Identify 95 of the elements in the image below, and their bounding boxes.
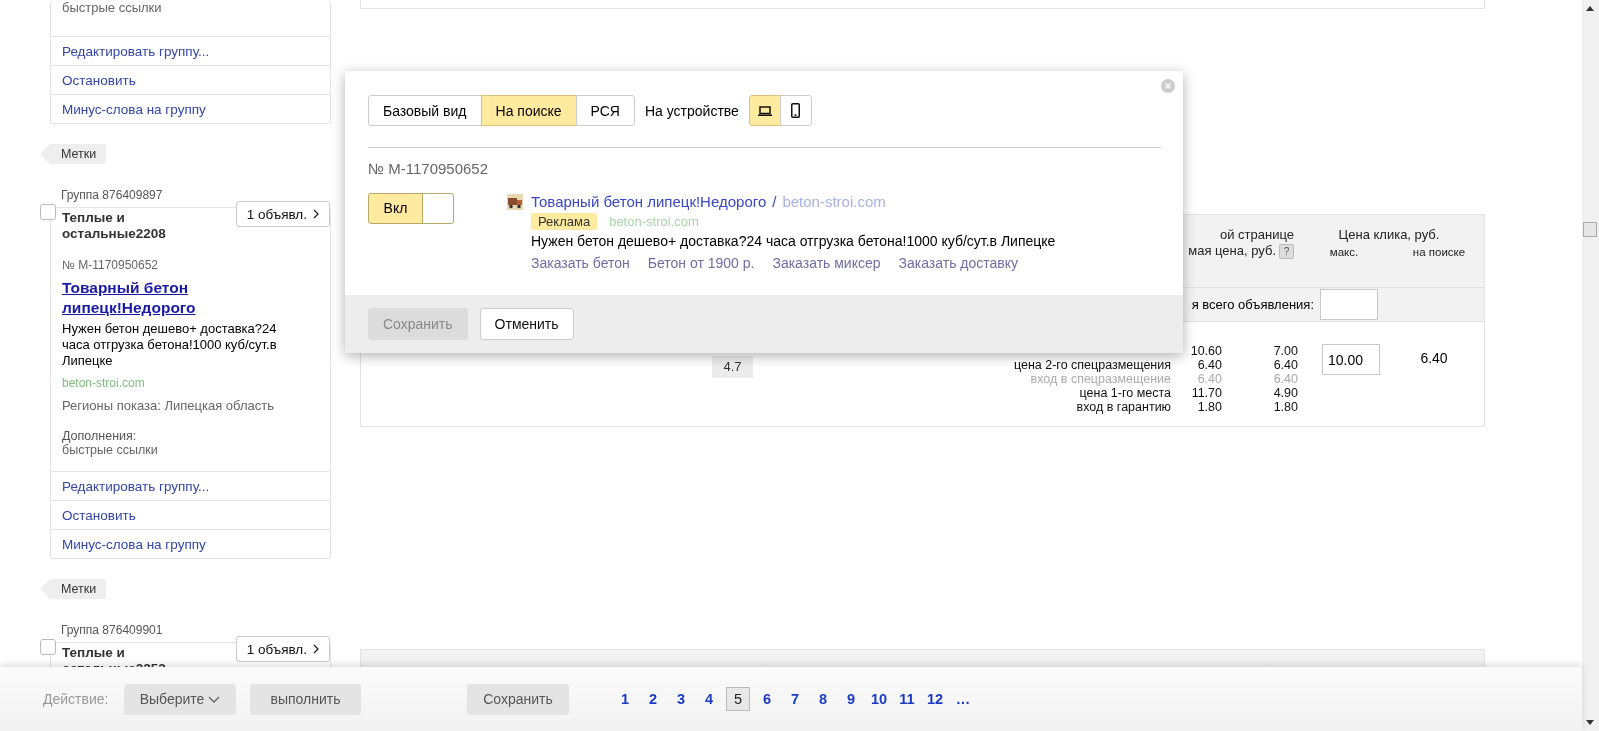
ads-count-button[interactable]: 1 объявл.	[235, 636, 330, 662]
bid-value: 6.40	[1196, 358, 1222, 372]
close-icon[interactable]	[1161, 79, 1175, 93]
laptop-icon	[757, 105, 772, 116]
bid-value: 11.70	[1190, 386, 1222, 400]
on-off-toggle[interactable]: Вкл	[368, 193, 454, 224]
scrollbar[interactable]	[1582, 0, 1599, 731]
ad-text: Нужен бетон дешево+ доставка?24 часа отгрузка бетона!1000 куб/сут.в Липецке	[531, 233, 1056, 249]
page-link[interactable]: 10	[868, 691, 890, 707]
page-link[interactable]: 8	[812, 691, 834, 707]
truck-icon	[507, 193, 523, 210]
ad-title-link[interactable]: Товарный бетон липецк!Недорого	[51, 278, 222, 318]
scrollbar-thumb[interactable]	[1583, 222, 1597, 237]
group-action-link[interactable]: Редактировать группу...	[62, 478, 210, 494]
column-header: Цена клика, руб.	[1337, 227, 1441, 242]
bid-value: 10.60	[1189, 344, 1222, 358]
action-dropdown[interactable]: Выберите	[124, 683, 236, 715]
device-label: На устройстве	[644, 102, 739, 119]
bid-value: 1.80	[1272, 400, 1298, 414]
laptop-button[interactable]	[748, 95, 781, 126]
column-subheader: на поиске	[1411, 246, 1467, 258]
page-link[interactable]: 2	[642, 691, 664, 707]
chevron-right-icon	[313, 209, 319, 219]
phone-button[interactable]	[779, 95, 812, 126]
bid-label: вход в спецразмещение	[1030, 372, 1171, 386]
ad-url: beton-stroi.com	[61, 376, 146, 390]
group-action-link[interactable]: Остановить	[62, 507, 136, 523]
search-price: 6.40	[1420, 350, 1448, 366]
chevron-right-icon	[313, 644, 319, 654]
column-header: ой странице	[1219, 227, 1294, 243]
execute-button[interactable]: выполнить	[250, 683, 361, 715]
view-tab[interactable]: РСЯ	[575, 95, 635, 126]
sitelink[interactable]: Заказать миксер	[772, 255, 881, 271]
view-tab[interactable]: На поиске	[480, 95, 577, 126]
bid-value: 4.90	[1272, 386, 1298, 400]
page-link[interactable]: 6	[756, 691, 778, 707]
sitelink[interactable]: Заказать бетон	[531, 255, 630, 271]
bid-value: 1.80	[1196, 400, 1222, 414]
quality-score: 4.7	[712, 356, 753, 378]
scroll-up-icon[interactable]	[1586, 6, 1594, 11]
tag-label[interactable]: Метки	[40, 144, 107, 164]
group-action-link[interactable]: Остановить	[62, 72, 136, 88]
save-button[interactable]: Сохранить	[467, 683, 569, 715]
page-link[interactable]: 7	[784, 691, 806, 707]
chevron-down-icon	[208, 695, 221, 703]
action-label: Действие:	[43, 691, 110, 707]
group-number: Группа 876409901	[61, 623, 164, 637]
ad-url: beton-stroi.com	[609, 214, 699, 229]
ad-text: Нужен бетон дешево+ доставка?24 часа отгрузка бетона!1000 куб/сут.в Липецке	[61, 320, 278, 369]
ad-title-link[interactable]: Товарный бетон липецк!Недорого	[531, 193, 767, 210]
ad-number: № M-1170950652	[61, 258, 160, 272]
bid-value: 6.40	[1272, 372, 1298, 386]
ad-number: № M-1170950652	[368, 160, 490, 177]
view-tab[interactable]: Базовый вид	[368, 95, 482, 126]
bid-label: цена 2-го спецразмещения	[1013, 358, 1171, 372]
tag-label[interactable]: Метки	[40, 579, 107, 599]
regions-text: Регионы показа: Липецкая область	[61, 398, 275, 413]
page-link[interactable]: 5	[726, 687, 750, 711]
phone-icon	[791, 103, 801, 118]
group-number: Группа 876409897	[61, 188, 164, 202]
bid-value: 6.40	[1196, 372, 1222, 386]
column-subheader: макс.	[1328, 246, 1360, 258]
bid-label: цена 1-го места	[1079, 386, 1171, 400]
page-link[interactable]: 12	[924, 691, 946, 707]
sitelink[interactable]: Заказать доставку	[898, 255, 1019, 271]
page-link[interactable]: 4	[698, 691, 720, 707]
ad-badge: Реклама	[531, 213, 598, 230]
page-link[interactable]: 11	[896, 691, 918, 707]
scroll-down-icon[interactable]	[1586, 720, 1594, 725]
group-action-link[interactable]: Минус-слова на группу	[62, 101, 206, 117]
group-action-link[interactable]: Минус-слова на группу	[62, 536, 206, 552]
page-link[interactable]: 3	[670, 691, 692, 707]
checkbox[interactable]	[40, 204, 56, 220]
column-header: мая цена, руб.	[1188, 243, 1276, 258]
more-pages-link[interactable]: …	[952, 691, 974, 707]
ads-count-button[interactable]: 1 объявл.	[235, 201, 330, 227]
bulk-bid-field[interactable]	[1320, 289, 1378, 320]
group-action-link[interactable]: Редактировать группу...	[62, 43, 210, 59]
page-link[interactable]: 1	[614, 691, 636, 707]
page-link[interactable]: 9	[840, 691, 862, 707]
max-bid-field[interactable]: 10.00	[1322, 344, 1380, 375]
title-separator: /	[772, 193, 777, 210]
bid-label: вход в гарантию	[1076, 400, 1171, 414]
ad-domain: beton-stroi.com	[782, 193, 886, 210]
extras-value: быстрые ссылки	[61, 443, 159, 457]
bulk-bid-label: я всего объявления:	[1191, 297, 1314, 312]
group-title: Теплые и остальные2208	[61, 210, 167, 242]
sitelink[interactable]: Бетон от 1900 р.	[647, 255, 755, 271]
checkbox[interactable]	[40, 639, 56, 655]
bid-value: 7.00	[1272, 344, 1298, 358]
extras-label: Дополнения:	[61, 429, 138, 443]
bid-value: 6.40	[1272, 358, 1298, 372]
extras-value: быстрые ссылки	[61, 0, 163, 17]
dialog-button[interactable]: Отменить	[479, 308, 574, 340]
help-icon[interactable]: ?	[1279, 244, 1294, 259]
